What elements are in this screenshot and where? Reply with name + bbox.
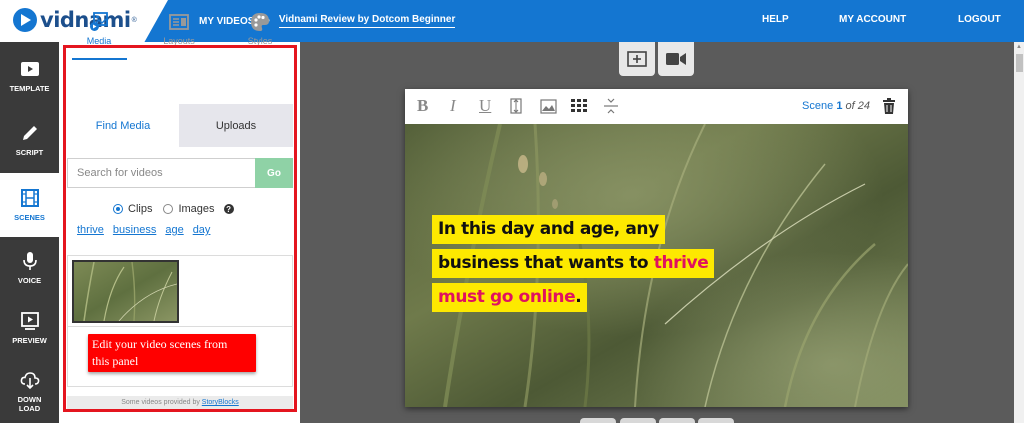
layout-grid-button[interactable] [571, 97, 587, 115]
caption-line-3: must go online. [432, 283, 588, 312]
help-link[interactable]: HELP [762, 14, 789, 25]
callout-line-2: this panel [92, 354, 139, 368]
bottom-control-3[interactable] [659, 418, 695, 423]
caption-line-2: business that wants to thrive [432, 249, 715, 278]
spacing-button[interactable] [603, 97, 619, 115]
scene-caption[interactable]: In this day and age, any business that w… [432, 215, 715, 317]
rail-item-script[interactable]: SCRIPT [0, 108, 59, 172]
background-image-button[interactable] [540, 97, 557, 115]
text-size-button[interactable] [510, 97, 522, 115]
scene-editor: B I U Scene 1 of 24 In this day and age,… [405, 89, 908, 407]
tag-link[interactable]: age [165, 224, 183, 236]
radio-clips[interactable] [113, 204, 123, 214]
video-thumbnail[interactable] [72, 260, 179, 323]
bottom-control-1[interactable] [580, 418, 616, 423]
scene-current-number: 1 [836, 100, 843, 112]
video-camera-icon [666, 53, 686, 65]
tab-media-label: Media [86, 36, 112, 46]
italic-button[interactable]: I [450, 96, 456, 115]
logout-link[interactable]: LOGOUT [958, 14, 1001, 25]
caption-line-2-text: business that wants to [438, 253, 654, 273]
rail-item-template[interactable]: TEMPLATE [0, 44, 59, 108]
bottom-control-4[interactable] [698, 418, 734, 423]
tab-styles[interactable]: Styles [224, 12, 296, 46]
suggested-tags: thrive business age day [77, 224, 219, 236]
help-icon[interactable]: ? [223, 204, 234, 214]
radio-clips-label: Clips [128, 203, 153, 215]
film-icon [20, 189, 39, 207]
vidnami-logo-icon [13, 8, 37, 32]
search-input[interactable] [67, 158, 255, 188]
microphone-icon [22, 252, 37, 270]
palette-icon [251, 13, 269, 31]
bold-button[interactable]: B [417, 96, 428, 115]
grass-thumbnail-image [74, 262, 177, 321]
provider-credit-text: Some videos provided by [121, 399, 200, 406]
tab-layouts-label: Layouts [163, 36, 195, 46]
breadcrumb-current-video[interactable]: Vidnami Review by Dotcom Beginner [278, 14, 456, 28]
rail-item-download[interactable]: DOWN LOAD [0, 359, 59, 423]
underline-button[interactable]: U [479, 96, 491, 115]
scene-label: Scene [802, 100, 834, 112]
tab-media[interactable]: Media [63, 12, 135, 46]
vertical-spacing-icon [604, 98, 618, 114]
media-type-filter: Clips Images ? [113, 203, 234, 215]
rail-item-preview[interactable]: PREVIEW [0, 296, 59, 360]
add-video-scene-button[interactable] [658, 42, 694, 76]
my-account-link[interactable]: MY ACCOUNT [839, 14, 906, 25]
pencil-icon [22, 126, 37, 140]
stage-scrollbar[interactable] [1014, 42, 1024, 423]
tab-layouts[interactable]: Layouts [143, 12, 215, 46]
rail-label-scenes: SCENES [14, 213, 45, 222]
cloud-download-icon [20, 371, 39, 389]
rail-item-scenes[interactable]: SCENES [0, 173, 59, 237]
tutorial-callout: Edit your video scenes from this panel [88, 334, 256, 372]
go-button[interactable]: Go [255, 158, 293, 188]
results-divider [67, 326, 293, 327]
radio-images[interactable] [163, 204, 174, 214]
layouts-icon [169, 14, 189, 30]
storyblocks-link[interactable]: StoryBlocks [202, 399, 239, 406]
subtab-find-media[interactable]: Find Media [67, 104, 179, 147]
rail-item-voice[interactable]: VOICE [0, 236, 59, 300]
image-icon [540, 98, 557, 114]
scene-total-number: 24 [857, 100, 870, 112]
rail-label-preview: PREVIEW [12, 336, 47, 345]
subtab-uploads[interactable]: Uploads [179, 104, 293, 147]
media-icon [90, 12, 108, 31]
caption-highlight-online: must go online [438, 287, 576, 307]
rail-label-download-1: DOWN [17, 394, 42, 404]
rail-label-template: TEMPLATE [9, 84, 50, 93]
tab-styles-label: Styles [247, 36, 273, 46]
left-rail: TEMPLATE SCRIPT SCENES VOICE PREVIEW DOW… [0, 42, 59, 423]
rail-label-voice: VOICE [17, 276, 42, 285]
caption-line-1: In this day and age, any [432, 215, 665, 244]
caption-period: . [575, 287, 582, 307]
scene-video-preview[interactable]: In this day and age, any business that w… [405, 124, 908, 407]
caption-highlight-thrive: thrive [653, 253, 709, 273]
radio-images-label: Images [178, 203, 215, 215]
grid-icon [571, 99, 587, 112]
preview-screen-icon [20, 312, 39, 330]
play-screen-icon [20, 62, 39, 76]
add-frame-icon [627, 51, 647, 67]
bottom-control-2[interactable] [620, 418, 656, 423]
scroll-up-arrow[interactable]: ▲ [1014, 42, 1024, 52]
rail-label-download-2: LOAD [18, 403, 41, 413]
text-size-icon [510, 98, 522, 114]
tag-link[interactable]: business [113, 224, 156, 236]
tag-link[interactable]: thrive [77, 224, 104, 236]
scroll-thumb[interactable] [1016, 54, 1023, 72]
scene-of-label: of [845, 100, 855, 112]
text-toolbar: B I U Scene 1 of 24 [405, 89, 908, 124]
add-text-scene-button[interactable] [619, 42, 655, 76]
rail-label-script: SCRIPT [15, 148, 44, 157]
provider-credit: Some videos provided by StoryBlocks [67, 396, 293, 410]
trash-icon[interactable] [882, 98, 896, 114]
callout-line-1: Edit your video scenes from [92, 337, 228, 351]
tag-link[interactable]: day [193, 224, 211, 236]
media-subtabs: Find Media Uploads [67, 104, 293, 147]
tab-media-underline [72, 58, 127, 60]
scene-counter: Scene 1 of 24 [802, 100, 870, 112]
